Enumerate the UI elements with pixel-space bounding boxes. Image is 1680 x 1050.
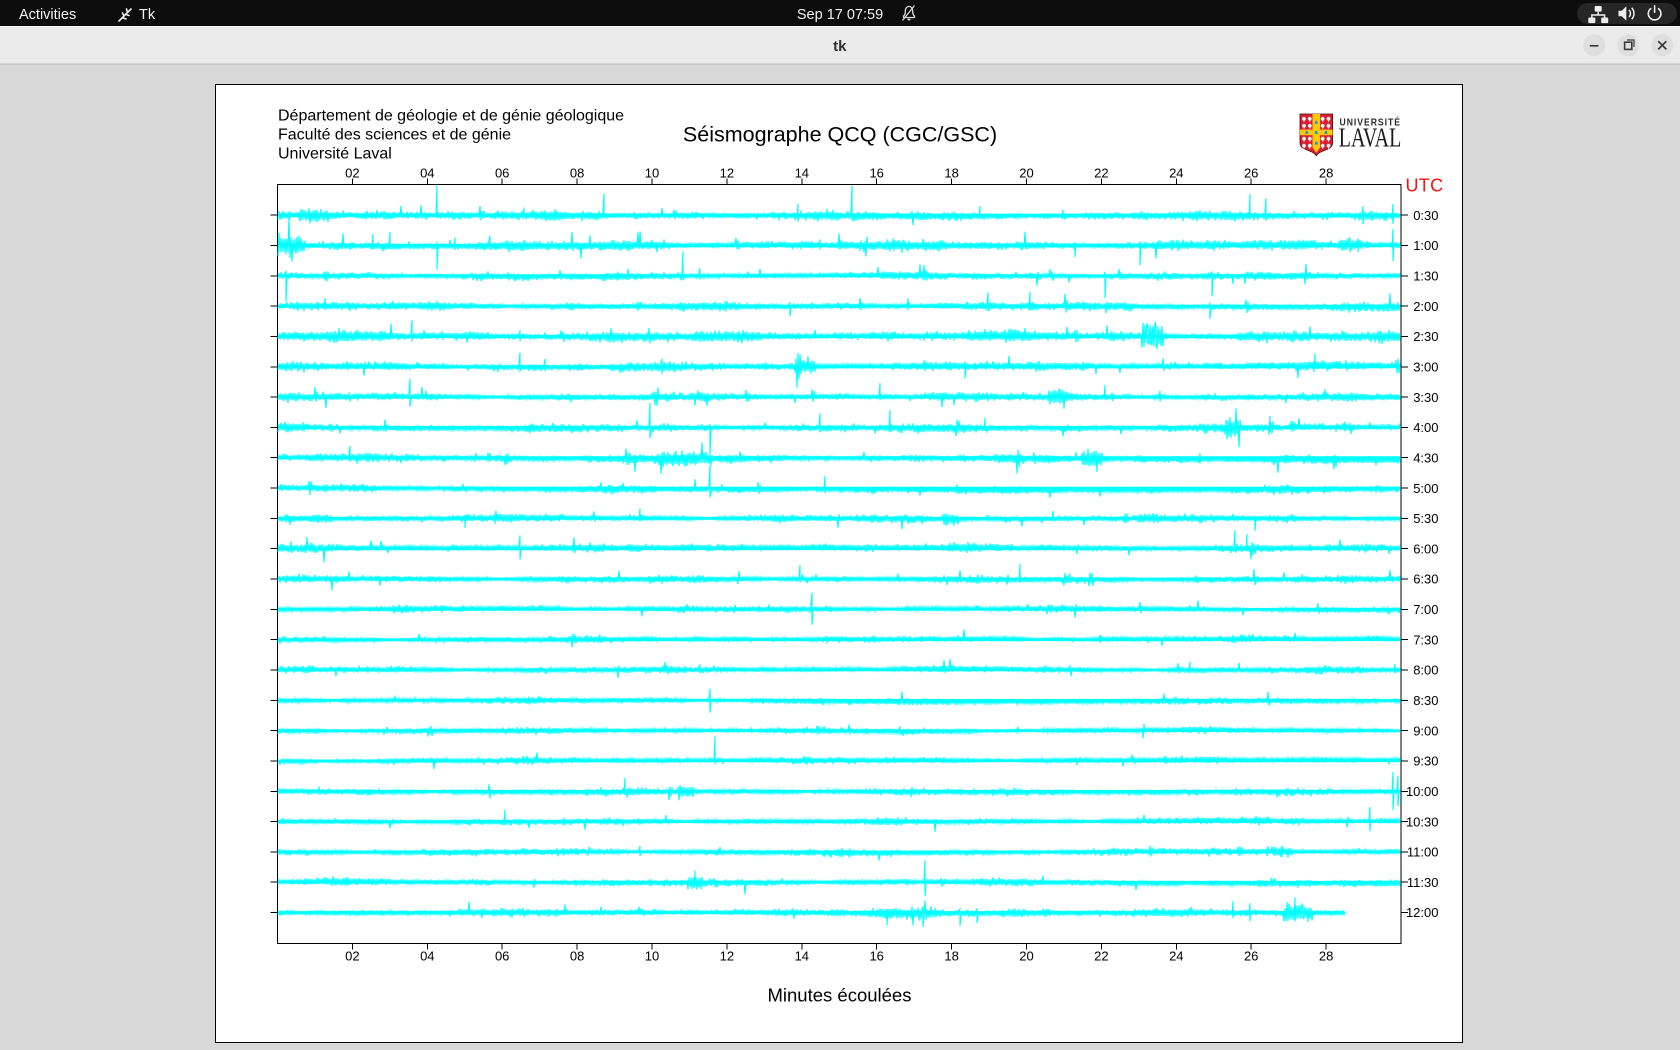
svg-text:02: 02 (345, 948, 359, 963)
svg-text:9:00: 9:00 (1413, 723, 1438, 738)
svg-text:1:30: 1:30 (1413, 269, 1438, 284)
svg-text:22: 22 (1094, 948, 1108, 963)
svg-text:11:30: 11:30 (1407, 875, 1439, 890)
svg-text:26: 26 (1244, 166, 1258, 181)
svg-text:10: 10 (645, 948, 659, 963)
svg-text:28: 28 (1319, 948, 1333, 963)
svg-text:1:00: 1:00 (1413, 238, 1438, 253)
svg-text:UTC: UTC (1406, 176, 1444, 196)
svg-text:4:00: 4:00 (1413, 420, 1438, 435)
svg-text:LAVAL: LAVAL (1339, 123, 1402, 153)
svg-text:28: 28 (1319, 166, 1333, 181)
svg-text:18: 18 (944, 166, 958, 181)
svg-text:Faculté des sciences et de gén: Faculté des sciences et de génie (278, 126, 511, 143)
svg-text:5:30: 5:30 (1413, 511, 1438, 526)
svg-text:2:30: 2:30 (1413, 329, 1438, 344)
svg-text:06: 06 (495, 948, 509, 963)
svg-text:8:30: 8:30 (1413, 693, 1438, 708)
svg-text:04: 04 (420, 948, 434, 963)
svg-text:12:00: 12:00 (1406, 905, 1439, 920)
svg-text:16: 16 (869, 948, 883, 963)
svg-text:Tk: Tk (139, 7, 156, 23)
svg-text:26: 26 (1244, 948, 1258, 963)
svg-text:14: 14 (795, 166, 809, 181)
svg-text:Minutes écoulées: Minutes écoulées (768, 985, 912, 1006)
svg-text:02: 02 (345, 166, 359, 181)
svg-text:24: 24 (1169, 166, 1183, 181)
svg-text:10: 10 (645, 166, 659, 181)
svg-text:08: 08 (570, 166, 584, 181)
svg-text:20: 20 (1019, 166, 1033, 181)
svg-text:5:00: 5:00 (1413, 481, 1438, 496)
svg-text:8:00: 8:00 (1413, 663, 1438, 678)
svg-text:16: 16 (869, 166, 883, 181)
svg-text:3:00: 3:00 (1413, 360, 1438, 375)
svg-text:24: 24 (1169, 948, 1183, 963)
svg-text:22: 22 (1094, 166, 1108, 181)
svg-text:2:00: 2:00 (1413, 299, 1438, 314)
svg-text:12: 12 (720, 166, 734, 181)
svg-text:20: 20 (1019, 948, 1033, 963)
svg-text:6:00: 6:00 (1413, 541, 1438, 556)
svg-text:6:30: 6:30 (1413, 572, 1438, 587)
svg-text:08: 08 (570, 948, 584, 963)
svg-text:3:30: 3:30 (1413, 390, 1438, 405)
svg-text:9:30: 9:30 (1413, 754, 1438, 769)
svg-text:04: 04 (420, 166, 434, 181)
svg-text:Sep 17 07:59: Sep 17 07:59 (797, 7, 883, 23)
svg-text:10:30: 10:30 (1406, 814, 1439, 829)
svg-text:tk: tk (833, 38, 847, 55)
svg-text:7:30: 7:30 (1413, 632, 1438, 647)
svg-text:18: 18 (944, 948, 958, 963)
svg-text:14: 14 (795, 948, 809, 963)
svg-text:0:30: 0:30 (1413, 208, 1438, 223)
svg-text:12: 12 (720, 948, 734, 963)
svg-text:11:00: 11:00 (1407, 845, 1439, 860)
svg-text:4:30: 4:30 (1413, 450, 1438, 465)
svg-text:06: 06 (495, 166, 509, 181)
svg-text:Activities: Activities (19, 7, 76, 23)
svg-text:10:00: 10:00 (1406, 784, 1439, 799)
svg-text:Département de géologie et de: Département de géologie et de génie géol… (278, 107, 624, 124)
svg-text:7:00: 7:00 (1413, 602, 1438, 617)
svg-text:Séismographe QCQ (CGC/GSC): Séismographe QCQ (CGC/GSC) (683, 123, 997, 147)
svg-text:Université Laval: Université Laval (278, 145, 392, 162)
